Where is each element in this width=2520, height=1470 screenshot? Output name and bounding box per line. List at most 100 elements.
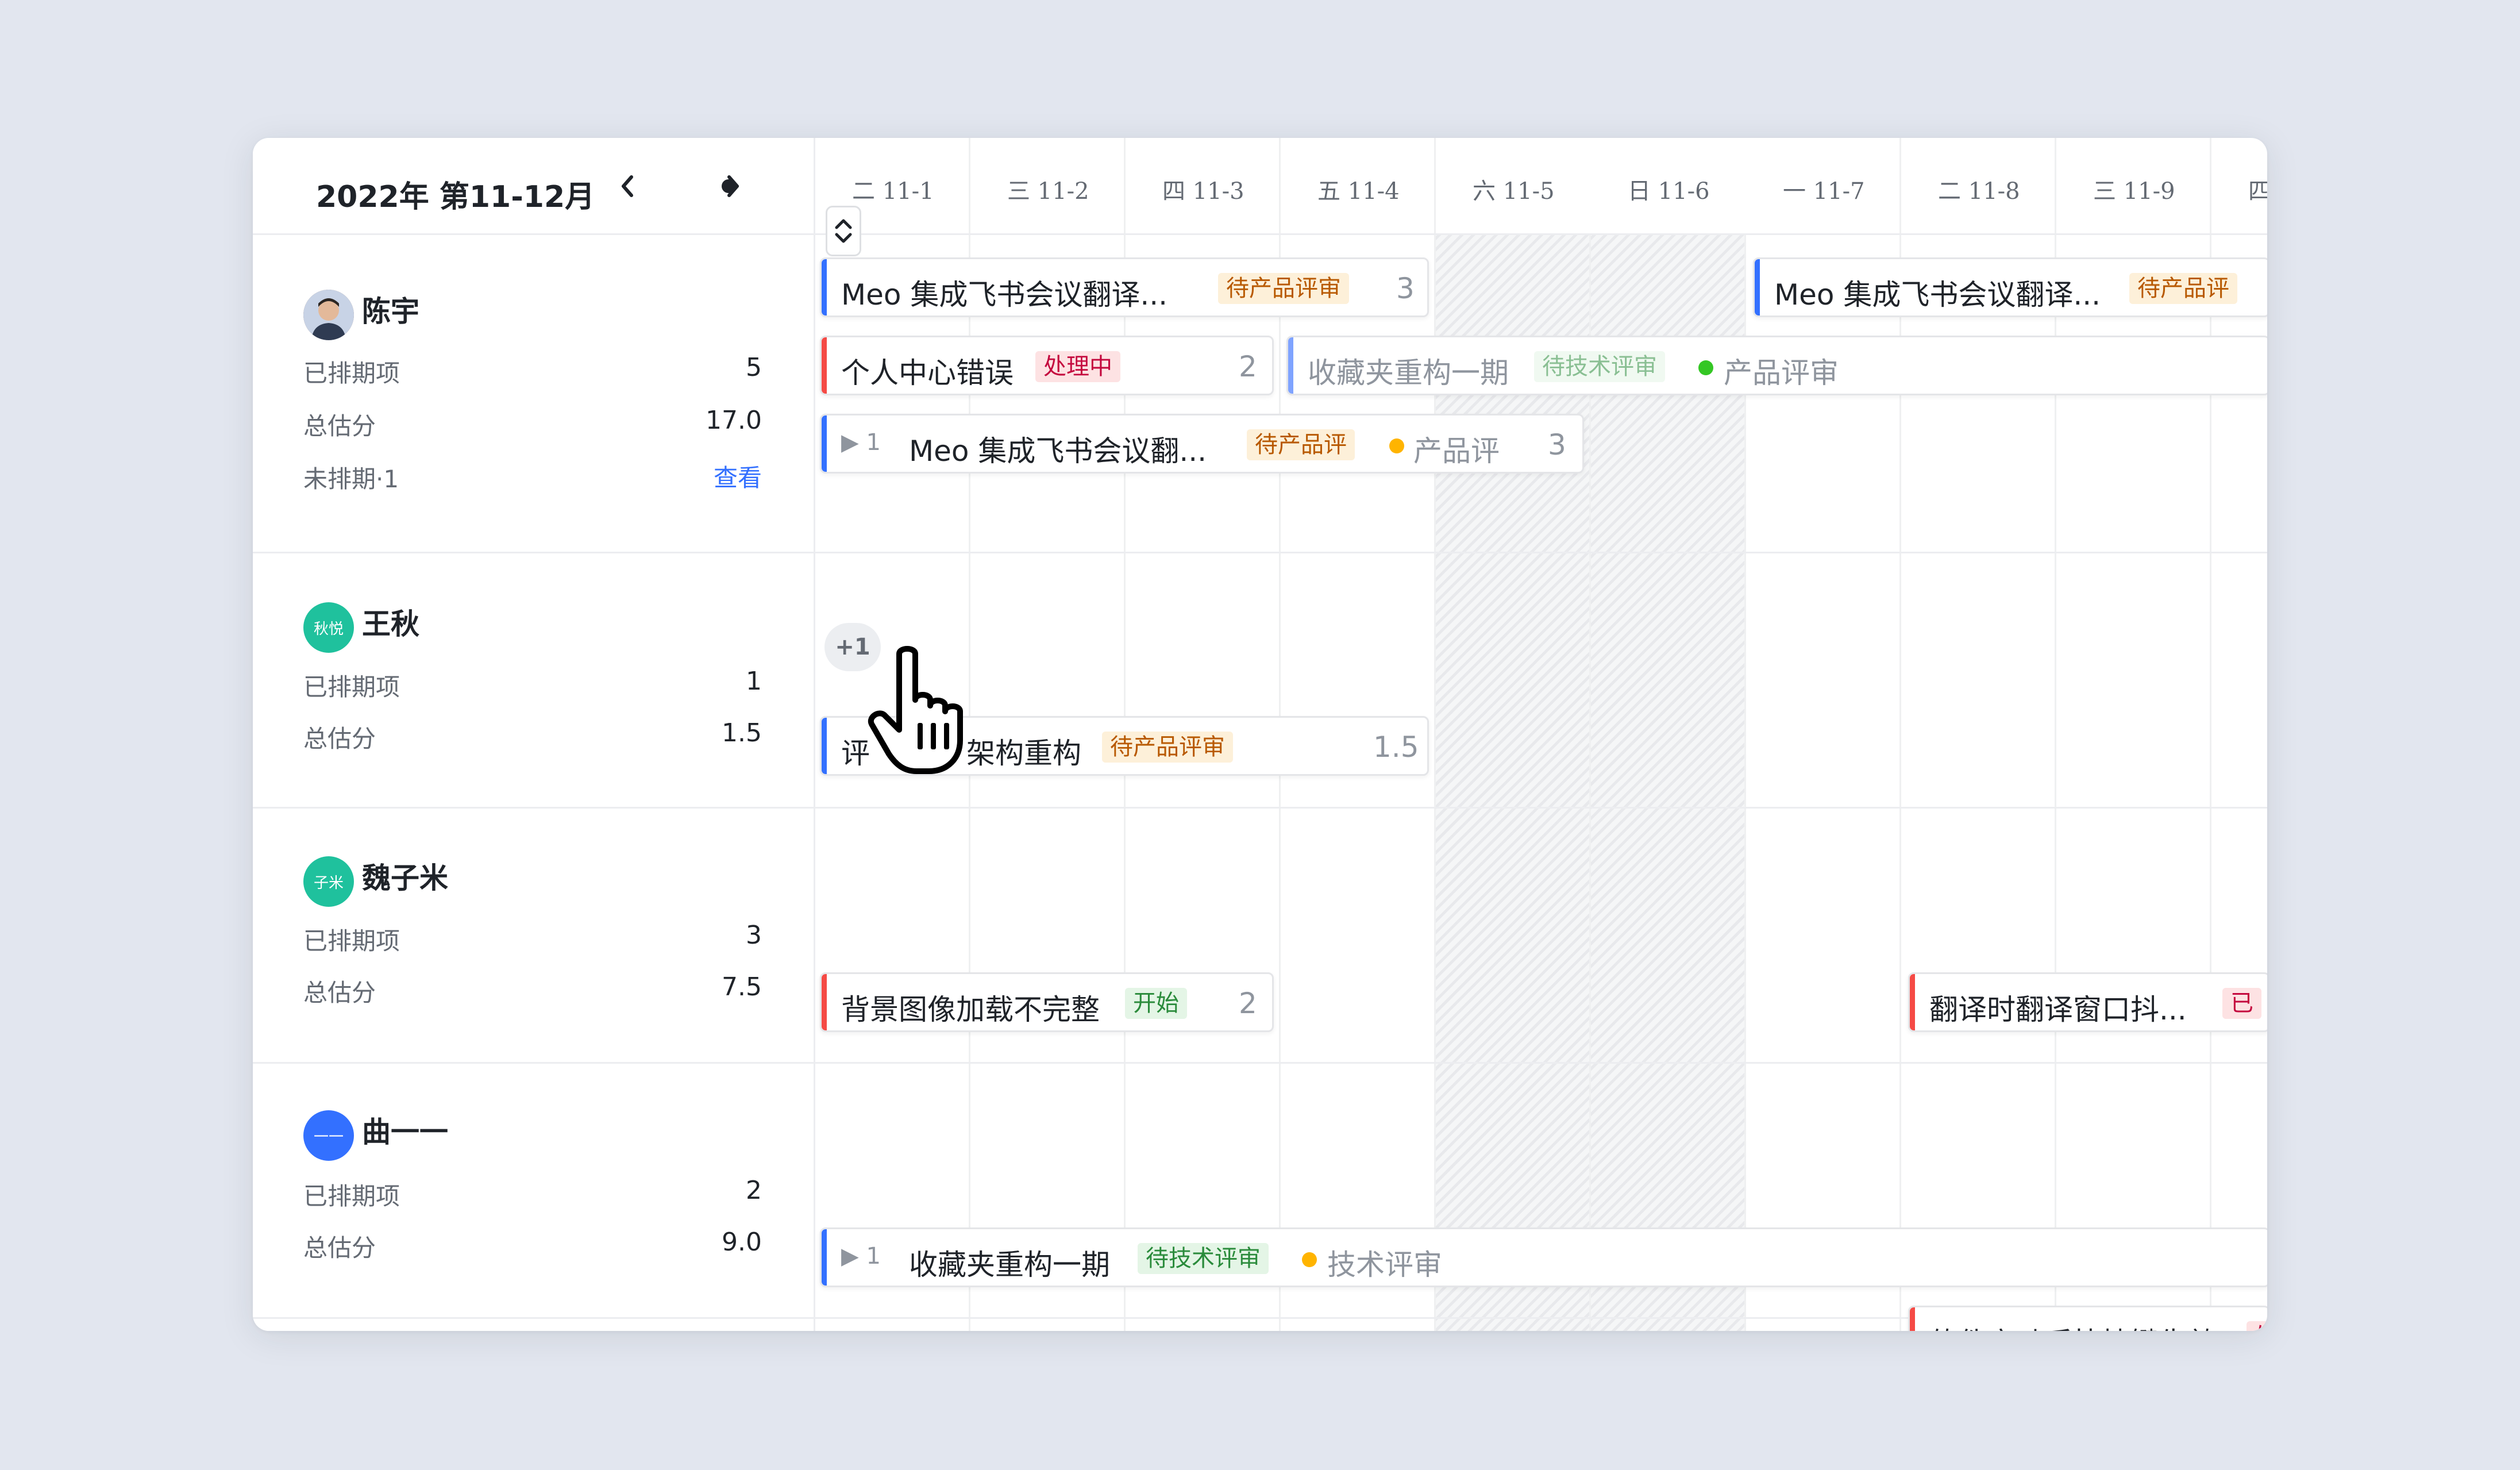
hand-cursor-icon [868, 646, 963, 774]
estimate-value: 7.5 [722, 972, 762, 1002]
person-card: 秋悦 王秋 已排期项 1 总估分 1.5 [253, 552, 814, 809]
estimate-label: 总估分 [303, 412, 376, 440]
scheduled-label: 已排期项 [303, 1182, 400, 1210]
scheduled-value: 2 [746, 1176, 762, 1205]
scheduled-value: 3 [746, 921, 762, 950]
task-bar[interactable]: ▶ 1 收藏夹重构一期 待技术评审 技术评审 [820, 1227, 2267, 1287]
task-accent [1288, 337, 1293, 394]
timeline-grid: 二 11-1 三 11-2 四 11-3 五 11-4 一 11-7 二 11-… [815, 138, 2267, 1331]
person-name: 魏子米 [362, 861, 448, 895]
person-photo-icon [303, 290, 354, 340]
status-badge: 处理中 [1035, 351, 1120, 382]
task-title: 软件启动后快捷键失效 [1929, 1320, 2217, 1331]
weekend-column [1591, 138, 1746, 1331]
day-label: 日 11-6 [1628, 178, 1710, 205]
schedule-window: 2022年 第11-12月 陈宇 已排期项 5 总估分 17.0 未排期·1 查… [253, 138, 2267, 1331]
scheduled-value: 1 [746, 667, 762, 696]
task-accent [822, 718, 827, 774]
task-accent [822, 337, 827, 394]
next-step-label: 产品评审 [1724, 356, 1839, 390]
prev-period-button[interactable] [609, 168, 646, 205]
weekend-header: 六 11-5 日 11-6 [1436, 138, 1746, 233]
day-label: 三 11-2 [1007, 178, 1089, 205]
task-bar[interactable]: 软件启动后快捷键失效 处 [1908, 1306, 2267, 1331]
task-bar[interactable]: Meo 集成飞书会议翻译... 待产品评 [1753, 257, 2267, 317]
next-step-label: 产品评 [1413, 434, 1500, 468]
person-card: 陈宇 已排期项 5 总估分 17.0 未排期·1 查看 [253, 233, 814, 553]
task-points: 1.5 [1373, 730, 1419, 764]
task-bar[interactable]: Meo 集成飞书会议翻译... 待产品评审 3 [820, 257, 1429, 317]
day-label: 二 11-8 [1938, 178, 2020, 205]
expand-toggle[interactable]: ▶ 1 [841, 429, 881, 456]
day-label: 二 11-1 [852, 178, 934, 205]
task-title: 背景图像加载不完整 [841, 993, 1100, 1026]
view-unscheduled-link[interactable]: 查看 [714, 459, 762, 494]
row-divider [815, 1062, 2267, 1064]
scheduled-label: 已排期项 [303, 927, 400, 955]
task-title: 收藏夹重构一期 [909, 1248, 1110, 1282]
chevron-left-icon [622, 175, 633, 197]
collapse-toggle-button[interactable] [826, 206, 861, 256]
day-label: 四 [2248, 178, 2267, 205]
next-step-label: 技术评审 [1327, 1248, 1442, 1282]
status-dot-icon [1698, 360, 1713, 375]
task-accent [822, 1229, 827, 1286]
day-label: 四 11-3 [1162, 178, 1244, 205]
task-title: 翻译时翻译窗口抖... [1929, 993, 2187, 1026]
task-title: Meo 集成飞书会议翻... [909, 434, 1207, 468]
day-label: 六 11-5 [1473, 178, 1555, 205]
row-divider [815, 807, 2267, 809]
status-badge: 待产品评 [2129, 273, 2237, 304]
task-accent [1910, 1307, 1915, 1331]
task-bar[interactable]: ▶ 1 Meo 集成飞书会议翻... 待产品评 产品评 3 [820, 414, 1584, 474]
estimate-label: 总估分 [303, 979, 376, 1007]
scheduled-label: 已排期项 [303, 673, 400, 701]
status-badge: 待产品评审 [1102, 732, 1233, 763]
task-points: 3 [1396, 272, 1415, 305]
task-bar[interactable]: 收藏夹重构一期 待技术评审 产品评审 [1286, 336, 2267, 395]
status-dot-icon [1389, 438, 1404, 453]
weekend-column [1436, 138, 1591, 1331]
unscheduled-label: 未排期·1 [303, 465, 399, 493]
day-label: 一 11-7 [1783, 178, 1865, 205]
person-name: 曲一一 [362, 1115, 448, 1149]
triangle-right-icon: ▶ [841, 429, 859, 456]
task-title: 收藏夹重构一期 [1308, 356, 1509, 390]
next-period-button[interactable] [715, 168, 752, 205]
task-bar[interactable]: 背景图像加载不完整 开始 2 [820, 972, 1274, 1032]
task-accent [822, 415, 827, 472]
task-title: Meo 集成飞书会议翻译... [841, 278, 1168, 311]
scheduled-label: 已排期项 [303, 359, 400, 387]
task-accent [1755, 259, 1760, 315]
task-title: 个人中心错误 [841, 356, 1014, 390]
status-badge: 已 [2222, 988, 2261, 1019]
estimate-label: 总估分 [303, 725, 376, 753]
period-header: 2022年 第11-12月 [253, 138, 814, 235]
header-divider [815, 233, 2267, 235]
task-accent [822, 974, 827, 1030]
scheduled-value: 5 [746, 353, 762, 382]
status-badge: 待产品评 [1247, 429, 1355, 460]
task-accent [1910, 974, 1915, 1030]
day-label: 三 11-9 [2093, 178, 2175, 205]
avatar[interactable]: 一一 [303, 1110, 354, 1161]
triangle-right-icon: ▶ [841, 1243, 859, 1269]
task-points: 3 [1548, 428, 1566, 461]
estimate-value: 17.0 [706, 406, 762, 435]
estimate-value: 1.5 [722, 718, 762, 748]
avatar[interactable]: 秋悦 [303, 602, 354, 653]
child-count: 1 [866, 1243, 881, 1269]
task-bar[interactable]: 翻译时翻译窗口抖... 已 [1908, 972, 2267, 1032]
person-card: 一一 曲一一 已排期项 2 总估分 9.0 [253, 1062, 814, 1319]
task-title: Meo 集成飞书会议翻译... [1774, 278, 2101, 311]
avatar[interactable]: 子米 [303, 856, 354, 907]
chevron-right-icon [727, 175, 739, 197]
period-title: 2022年 第11-12月 [316, 180, 595, 214]
task-bar[interactable]: 个人中心错误 处理中 2 [820, 336, 1274, 395]
expand-toggle[interactable]: ▶ 1 [841, 1243, 881, 1269]
estimate-label: 总估分 [303, 1234, 376, 1262]
people-panel: 2022年 第11-12月 陈宇 已排期项 5 总估分 17.0 未排期·1 查… [253, 138, 815, 1331]
row-divider [815, 552, 2267, 553]
child-count: 1 [866, 429, 881, 456]
avatar[interactable] [303, 290, 354, 340]
